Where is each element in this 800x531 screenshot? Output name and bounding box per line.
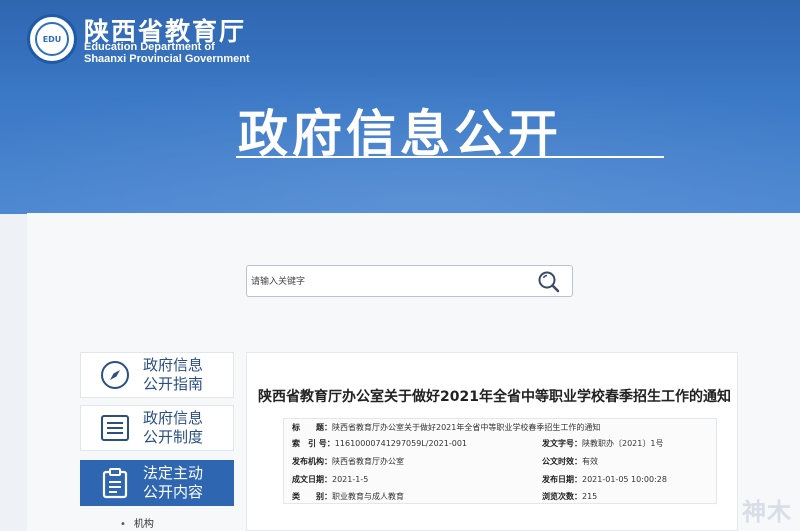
search-icon[interactable]	[534, 268, 564, 296]
site-name-en-line2: Shaanxi Provincial Government	[84, 53, 250, 65]
meta-issuer: 发布机构：陕西省教育厅办公室	[292, 456, 404, 467]
meta-index: 索 引 号：11610000741297059L/2021-001	[292, 438, 467, 449]
meta-label: 发布机构：	[292, 457, 332, 466]
meta-value: 2021-01-05 10:00:28	[582, 475, 667, 484]
search-box	[246, 265, 573, 297]
meta-value: 有效	[582, 457, 598, 466]
meta-value: 陕西省教育厅办公室	[332, 457, 404, 466]
meta-value: 2021-1-5	[332, 475, 369, 484]
meta-views: 浏览次数：215	[542, 491, 597, 502]
meta-label: 浏览次数：	[542, 492, 582, 501]
watermark: 神木	[742, 498, 792, 526]
meta-label: 发文字号：	[542, 439, 582, 448]
meta-label: 类 别：	[292, 492, 332, 501]
compass-icon	[93, 360, 137, 390]
header-banner: EDU 陕西省教育厅 Education Department of Shaan…	[0, 0, 800, 214]
list-icon	[93, 413, 137, 443]
meta-label: 发布日期：	[542, 475, 582, 484]
meta-publish-date: 发布日期：2021-01-05 10:00:28	[542, 474, 667, 485]
meta-value: 11610000741297059L/2021-001	[334, 439, 467, 448]
sidebar-label-line1: 法定主动	[143, 464, 204, 482]
meta-validity: 公文时效：有效	[542, 456, 598, 467]
sidebar-label-line2: 公开制度	[143, 428, 204, 446]
meta-category: 类 别：职业教育与成人教育	[292, 491, 404, 502]
search-input[interactable]	[251, 272, 521, 292]
meta-value: 陕西省教育厅办公室关于做好2021年全省中等职业学校春季招生工作的通知	[332, 423, 601, 432]
meta-label: 标 题：	[292, 423, 332, 432]
banner-underline	[236, 156, 664, 158]
meta-value: 职业教育与成人教育	[332, 492, 404, 501]
sidebar-label-line2: 公开指南	[143, 375, 204, 393]
meta-label: 成文日期：	[292, 475, 332, 484]
sidebar-label-line1: 政府信息	[143, 356, 204, 374]
sidebar-item-system[interactable]: 政府信息 公开制度	[80, 405, 234, 451]
sidebar-item-label: 法定主动 公开内容	[143, 464, 203, 502]
sidebar-subitem-organization[interactable]: 机构	[120, 515, 154, 530]
sidebar-label-line2: 公开内容	[143, 483, 204, 501]
meta-date: 成文日期：2021-1-5	[292, 474, 368, 485]
meta-value: 陕教职办〔2021〕1号	[582, 439, 664, 448]
sidebar-label-line1: 政府信息	[143, 409, 204, 427]
sidebar-item-label: 政府信息 公开指南	[143, 356, 203, 394]
department-emblem-icon[interactable]: EDU	[27, 14, 77, 64]
meta-value: 215	[582, 492, 598, 501]
meta-row-title: 标 题：陕西省教育厅办公室关于做好2021年全省中等职业学校春季招生工作的通知	[292, 422, 600, 433]
clipboard-icon	[93, 467, 137, 499]
site-name-en-line1: Education Department of	[84, 41, 215, 53]
meta-doc-no: 发文字号：陕教职办〔2021〕1号	[542, 438, 663, 449]
meta-label: 公文时效：	[542, 457, 582, 466]
meta-label: 索 引 号：	[292, 439, 335, 448]
sidebar-item-label: 政府信息 公开制度	[143, 409, 203, 447]
article-title: 陕西省教育厅办公室关于做好2021年全省中等职业学校春季招生工作的通知	[258, 389, 731, 405]
sidebar-item-statutory[interactable]: 法定主动 公开内容	[80, 460, 234, 506]
sidebar-item-guide[interactable]: 政府信息 公开指南	[80, 352, 234, 398]
article-meta-table: 标 题：陕西省教育厅办公室关于做好2021年全省中等职业学校春季招生工作的通知 …	[283, 418, 717, 504]
emblem-inner: EDU	[35, 22, 69, 56]
